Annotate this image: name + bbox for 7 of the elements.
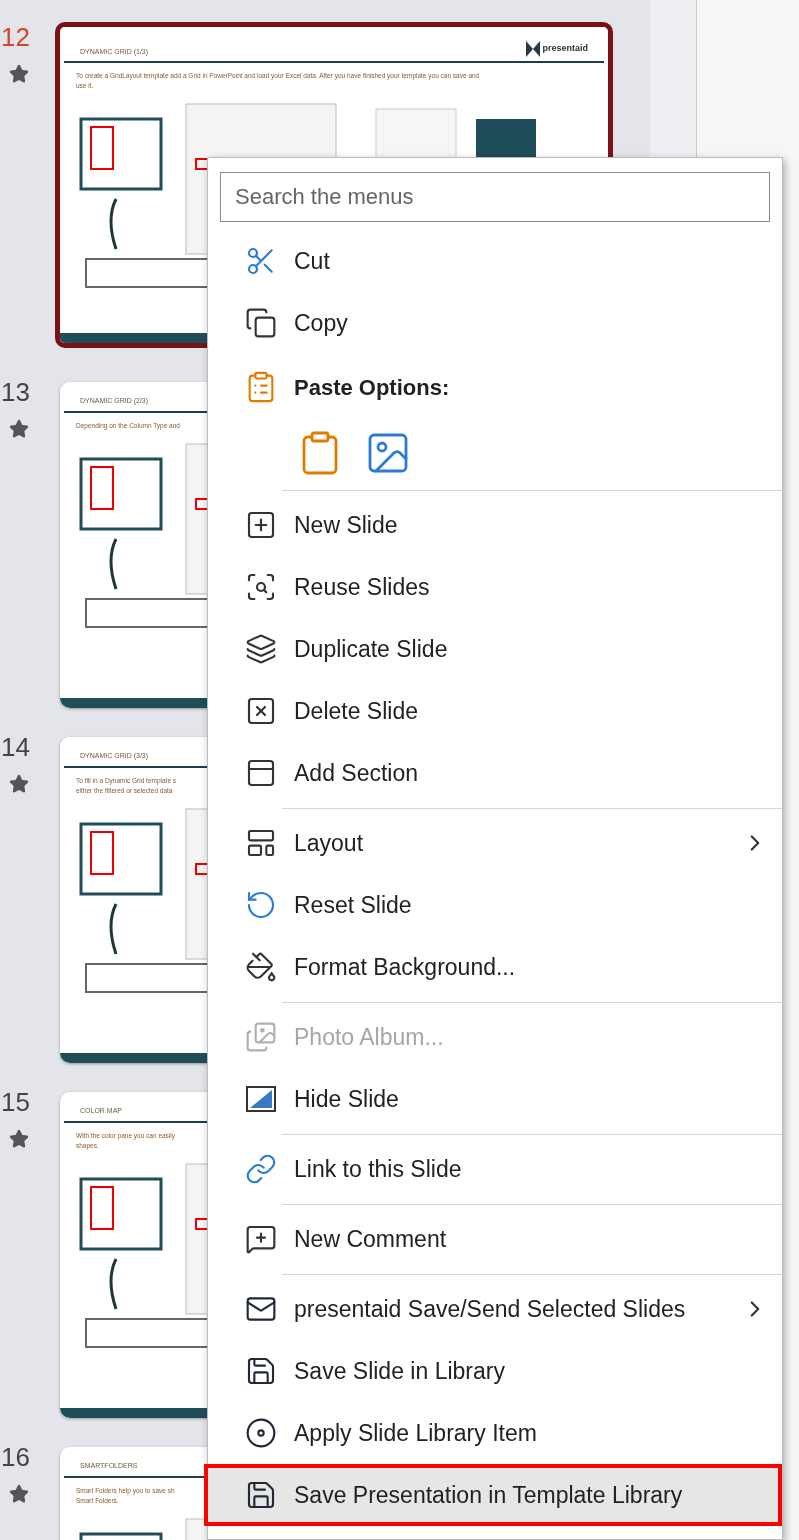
logo-text: presentaid xyxy=(542,42,588,56)
slide-number: 15 xyxy=(1,1089,30,1115)
slide-number: 16 xyxy=(1,1444,30,1470)
menu-section-header: Paste Options: xyxy=(294,373,450,402)
slide-number: 14 xyxy=(1,734,30,760)
slide-number: 12 xyxy=(1,24,30,50)
slide-number: 13 xyxy=(1,379,30,405)
